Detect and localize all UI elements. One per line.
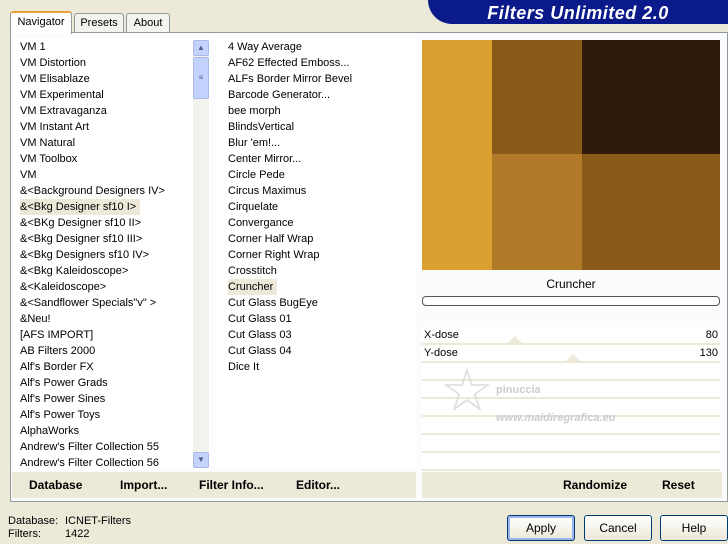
list-item[interactable]: &<Bkg Designer sf10 I> <box>20 199 141 215</box>
list-item[interactable]: VM <box>20 169 37 181</box>
list-item[interactable]: Alf's Power Toys <box>20 409 100 421</box>
preview-block <box>582 154 720 270</box>
import-button[interactable]: Import... <box>120 478 167 492</box>
app-title-banner: Filters Unlimited 2.0 <box>428 0 728 24</box>
tab-navigator[interactable]: Navigator <box>10 11 72 34</box>
list-item[interactable]: Alf's Border FX <box>20 361 94 373</box>
list-item[interactable]: AlphaWorks <box>20 425 79 437</box>
list-item[interactable]: VM Toolbox <box>20 153 77 165</box>
list-item[interactable]: Corner Right Wrap <box>228 249 320 261</box>
watermark-line2: www.maidiregrafica.eu <box>496 412 616 424</box>
list-item[interactable]: Andrew's Filter Collection 55 <box>20 441 159 453</box>
list-item[interactable]: &<Bkg Designer sf10 III> <box>20 233 142 245</box>
param-row-x-dose[interactable]: X-dose 80 <box>422 327 720 345</box>
watermark-star-icon: ☆ <box>440 357 494 424</box>
param-row-empty <box>422 453 720 471</box>
watermark-line1: pinuccia <box>496 384 541 396</box>
scroll-down-icon[interactable]: ▼ <box>193 452 209 468</box>
list-item[interactable]: Alf's Power Sines <box>20 393 105 405</box>
status-db-value: ICNET-Filters <box>65 515 131 527</box>
preview-image <box>422 40 720 270</box>
list-item[interactable]: &<BKg Designer sf10 II> <box>20 217 141 229</box>
list-item[interactable]: Dice It <box>228 361 259 373</box>
list-item[interactable]: Center Mirror... <box>228 153 301 165</box>
filter-name-label: Cruncher <box>546 277 596 291</box>
editor-button[interactable]: Editor... <box>296 478 340 492</box>
status-filters-label: Filters: <box>8 528 41 540</box>
list-item[interactable]: VM Experimental <box>20 89 104 101</box>
list-item[interactable]: VM Distortion <box>20 57 86 69</box>
randomize-button[interactable]: Randomize <box>563 478 627 492</box>
scroll-up-icon[interactable]: ▲ <box>193 40 209 56</box>
list-item[interactable]: &<Sandflower Specials"v" > <box>20 297 156 309</box>
help-button[interactable]: Help <box>660 515 728 541</box>
list-item[interactable]: BlindsVertical <box>228 121 294 133</box>
list-item[interactable]: &<Bkg Kaleidoscope> <box>20 265 128 277</box>
list-item[interactable]: Cut Glass BugEye <box>228 297 318 309</box>
list-item[interactable]: [AFS IMPORT] <box>20 329 93 341</box>
list-item[interactable]: Cirquelate <box>228 201 278 213</box>
preview-block <box>582 40 720 154</box>
filter-list[interactable]: 4 Way Average AF62 Effected Emboss... ALFs… <box>216 38 416 470</box>
list-item[interactable]: ALFs Border Mirror Bevel <box>228 73 352 85</box>
list-item[interactable]: Blur 'em!... <box>228 137 280 149</box>
list-item[interactable]: Corner Half Wrap <box>228 233 313 245</box>
tab-presets[interactable]: Presets <box>74 13 124 32</box>
list-item[interactable]: VM Extravaganza <box>20 105 107 117</box>
slider-thumb-icon[interactable] <box>566 354 580 361</box>
reset-button[interactable]: Reset <box>662 478 695 492</box>
apply-button[interactable]: Apply <box>507 515 575 541</box>
list-item[interactable]: Cut Glass 01 <box>228 313 292 325</box>
list-item[interactable]: &<Background Designers IV> <box>20 185 165 197</box>
list-item[interactable]: VM Instant Art <box>20 121 89 133</box>
list-item[interactable]: Circle Pede <box>228 169 285 181</box>
list-item[interactable]: 4 Way Average <box>228 41 302 53</box>
list-item[interactable]: Andrew's Filter Collection 56 <box>20 457 159 469</box>
preview-block <box>492 40 582 154</box>
list-item[interactable]: VM Elisablaze <box>20 73 90 85</box>
list-item[interactable]: &Neu! <box>20 313 51 325</box>
list-item[interactable]: AB Filters 2000 <box>20 345 95 357</box>
slider-thumb-icon[interactable] <box>508 336 522 343</box>
list-item[interactable]: VM Natural <box>20 137 75 149</box>
right-toolbar: Randomize Reset <box>422 472 722 498</box>
param-row-empty <box>422 435 720 453</box>
scroll-thumb[interactable]: ≡ <box>193 57 209 99</box>
list-item[interactable]: VM 1 <box>20 41 46 53</box>
param-value: 80 <box>705 329 718 341</box>
list-item[interactable]: bee morph <box>228 105 281 117</box>
status-filters-value: 1422 <box>65 528 90 540</box>
progress-bar <box>422 296 720 306</box>
list-item[interactable]: &<Bkg Designers sf10 IV> <box>20 249 149 261</box>
status-db-label: Database: <box>8 515 59 527</box>
left-toolbar: Database Import... Filter Info... Editor… <box>12 472 416 498</box>
list-item[interactable]: Crosstitch <box>228 265 277 277</box>
preview-block <box>492 154 582 270</box>
cancel-button[interactable]: Cancel <box>584 515 652 541</box>
list-item[interactable]: Alf's Power Grads <box>20 377 108 389</box>
tab-about[interactable]: About <box>126 13 170 32</box>
category-scrollbar[interactable]: ▲ ≡ ▼ <box>193 40 209 468</box>
preview-block <box>422 40 492 270</box>
list-item[interactable]: Circus Maximus <box>228 185 306 197</box>
list-item[interactable]: AF62 Effected Emboss... <box>228 57 349 69</box>
list-item[interactable]: Barcode Generator... <box>228 89 330 101</box>
list-item[interactable]: Cut Glass 04 <box>228 345 292 357</box>
list-item[interactable]: Cut Glass 03 <box>228 329 292 341</box>
param-value: 130 <box>699 347 718 359</box>
param-label: X-dose <box>424 329 459 341</box>
database-button[interactable]: Database <box>29 478 82 492</box>
category-list[interactable]: VM 1 VM Distortion VM Elisablaze VM Experim… <box>12 38 210 470</box>
list-item[interactable]: &<Kaleidoscope> <box>20 281 106 293</box>
list-item[interactable]: Cruncher <box>228 279 278 295</box>
list-item[interactable]: Convergance <box>228 217 293 229</box>
filter-info-button[interactable]: Filter Info... <box>199 478 264 492</box>
